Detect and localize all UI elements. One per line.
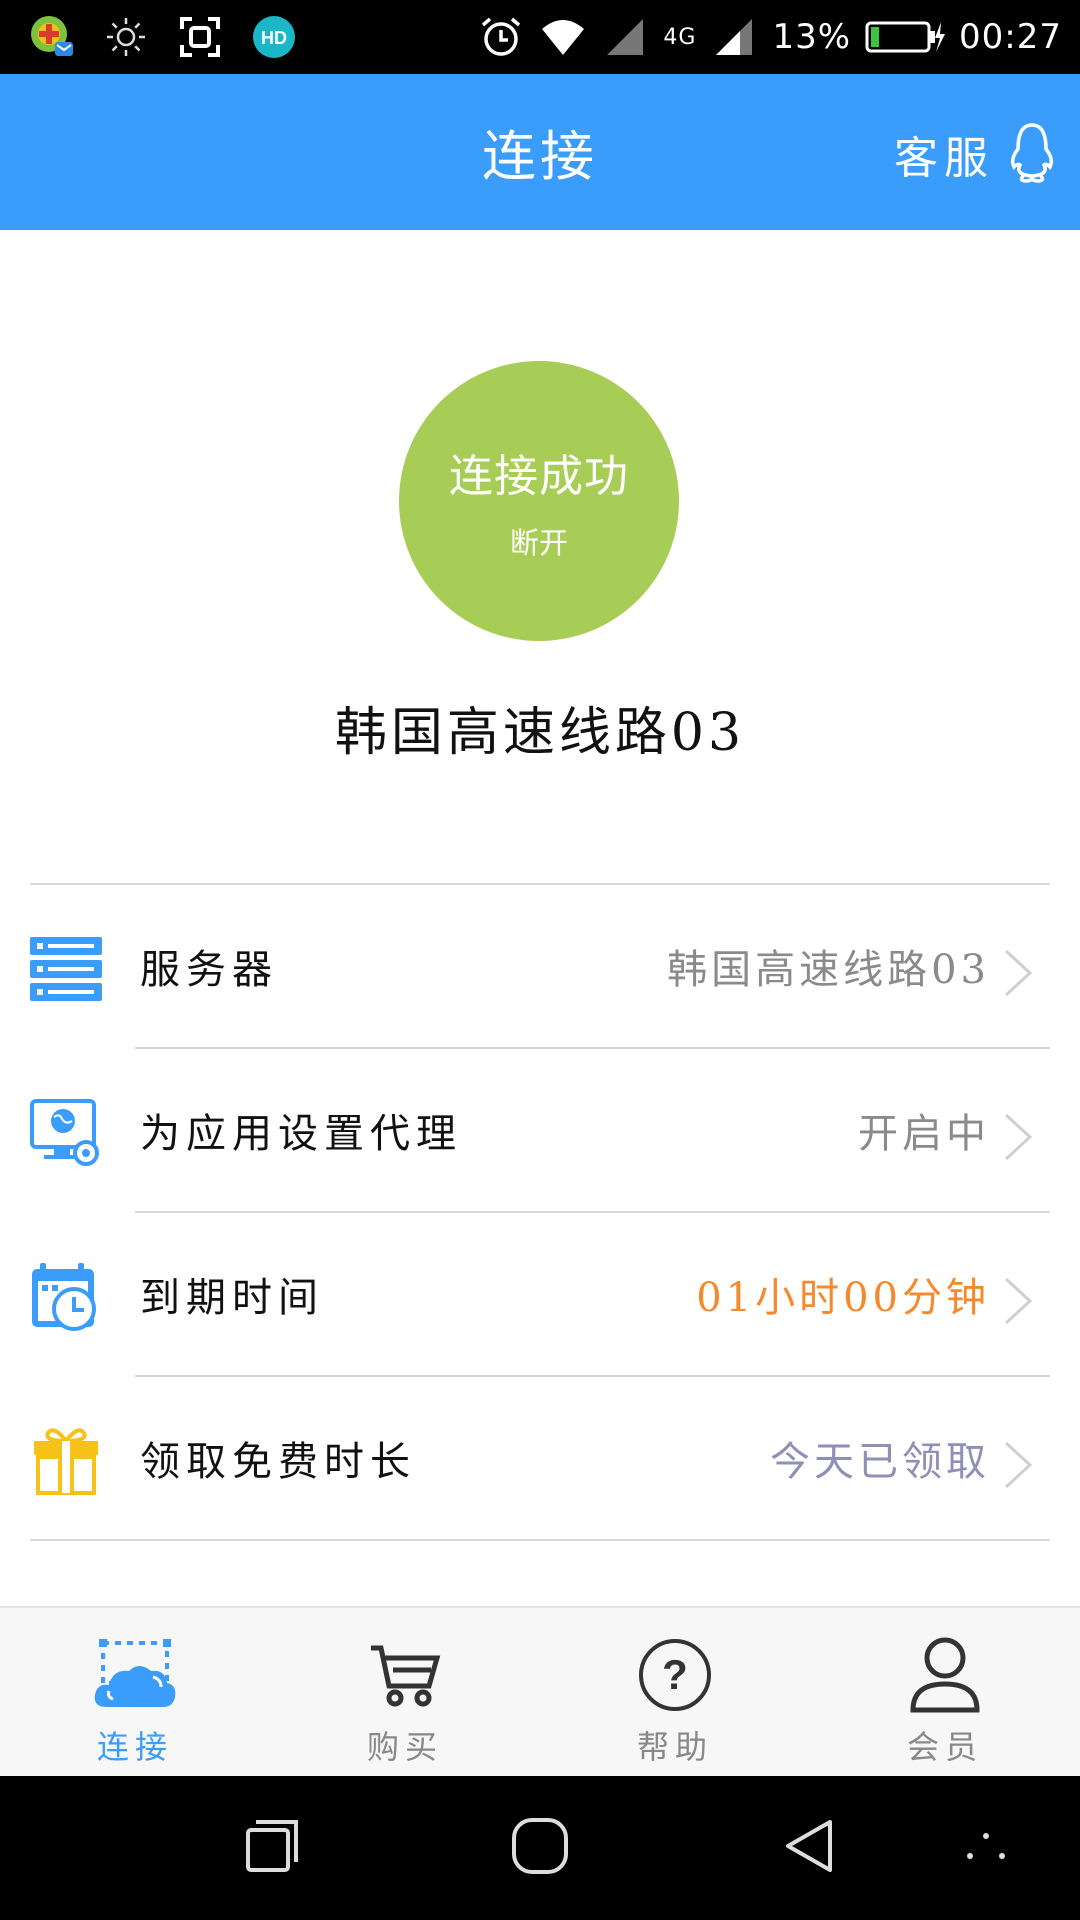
home-button[interactable] xyxy=(504,1812,576,1884)
tab-connect-label: 连接 xyxy=(96,1728,173,1766)
expiry-label: 到期时间 xyxy=(140,1275,324,1321)
connection-status: 连接成功 xyxy=(449,451,629,502)
bottom-tab-bar: 连接 购买 ? 帮助 会员 xyxy=(0,1606,1080,1776)
app-proxy-label: 为应用设置代理 xyxy=(140,1111,462,1157)
tab-member[interactable]: 会员 xyxy=(810,1608,1080,1776)
list-item-expiry[interactable]: 到期时间 01小时00分钟 xyxy=(0,1213,1080,1377)
alarm-icon xyxy=(477,13,525,61)
network-type: 4G xyxy=(663,24,697,50)
chevron-right-icon xyxy=(1002,947,1036,999)
customer-service-button[interactable]: 客服 xyxy=(894,118,1060,190)
free-time-value: 今天已领取 xyxy=(770,1439,990,1485)
chevron-right-icon xyxy=(1002,1275,1036,1327)
back-icon xyxy=(780,1818,836,1878)
help-icon: ? xyxy=(633,1636,717,1714)
disconnect-label: 断开 xyxy=(509,526,568,560)
tab-help-label: 帮助 xyxy=(636,1728,713,1766)
recent-apps-button[interactable] xyxy=(236,1812,308,1884)
cloud-icon xyxy=(93,1636,177,1714)
app-notification-icon xyxy=(28,13,76,61)
list-item-app-proxy[interactable]: 为应用设置代理 开启中 xyxy=(0,1049,1080,1213)
app-header: 连接 客服 xyxy=(0,74,1080,230)
server-label: 服务器 xyxy=(140,947,278,993)
svg-text:?: ? xyxy=(662,1651,688,1698)
tab-member-label: 会员 xyxy=(906,1728,983,1766)
server-icon xyxy=(30,933,102,1005)
tab-help[interactable]: ? 帮助 xyxy=(540,1608,810,1776)
tab-buy-label: 购买 xyxy=(366,1728,443,1766)
free-time-label: 领取免费时长 xyxy=(140,1439,416,1485)
signal-weak-icon xyxy=(601,13,649,61)
cart-icon xyxy=(363,1636,447,1714)
tab-buy[interactable]: 购买 xyxy=(270,1608,540,1776)
user-icon xyxy=(903,1636,987,1714)
wifi-icon xyxy=(539,13,587,61)
menu-button[interactable] xyxy=(950,1812,1022,1884)
customer-service-label: 客服 xyxy=(894,133,994,184)
hd-icon: HD xyxy=(250,13,298,61)
monitor-globe-gear-icon xyxy=(30,1097,102,1169)
list-divider-bottom xyxy=(30,1539,1050,1541)
dots-icon xyxy=(964,1826,1008,1870)
signal-icon xyxy=(710,13,758,61)
tab-connect[interactable]: 连接 xyxy=(0,1608,270,1776)
server-value: 韩国高速线路03 xyxy=(667,947,990,993)
recent-apps-icon xyxy=(244,1818,300,1878)
clock: 00:27 xyxy=(959,17,1062,57)
qq-penguin-icon xyxy=(1004,121,1060,187)
back-button[interactable] xyxy=(772,1812,844,1884)
app-proxy-value: 开启中 xyxy=(858,1111,990,1157)
status-bar-right: 4G 13% 00:27 xyxy=(477,12,1062,62)
home-icon xyxy=(510,1816,570,1880)
screenshot-icon xyxy=(176,13,224,61)
list-item-free-time[interactable]: 领取免费时长 今天已领取 xyxy=(0,1377,1080,1541)
brightness-icon xyxy=(102,13,150,61)
battery-icon xyxy=(865,20,946,54)
connect-toggle-button[interactable]: 连接成功 断开 xyxy=(399,361,679,641)
chevron-right-icon xyxy=(1002,1439,1036,1491)
svg-text:HD: HD xyxy=(261,28,287,48)
expiry-value: 01小时00分钟 xyxy=(696,1275,990,1321)
status-bar: HD 4G 13% 00:27 xyxy=(0,0,1080,74)
system-navigation-bar xyxy=(0,1776,1080,1920)
list-item-server[interactable]: 服务器 韩国高速线路03 xyxy=(0,885,1080,1049)
chevron-right-icon xyxy=(1002,1111,1036,1163)
gift-icon xyxy=(30,1425,102,1497)
calendar-clock-icon xyxy=(30,1261,102,1333)
current-server-name: 韩国高速线路03 xyxy=(334,703,746,763)
battery-percent: 13% xyxy=(772,17,852,57)
status-bar-left: HD xyxy=(28,12,298,62)
